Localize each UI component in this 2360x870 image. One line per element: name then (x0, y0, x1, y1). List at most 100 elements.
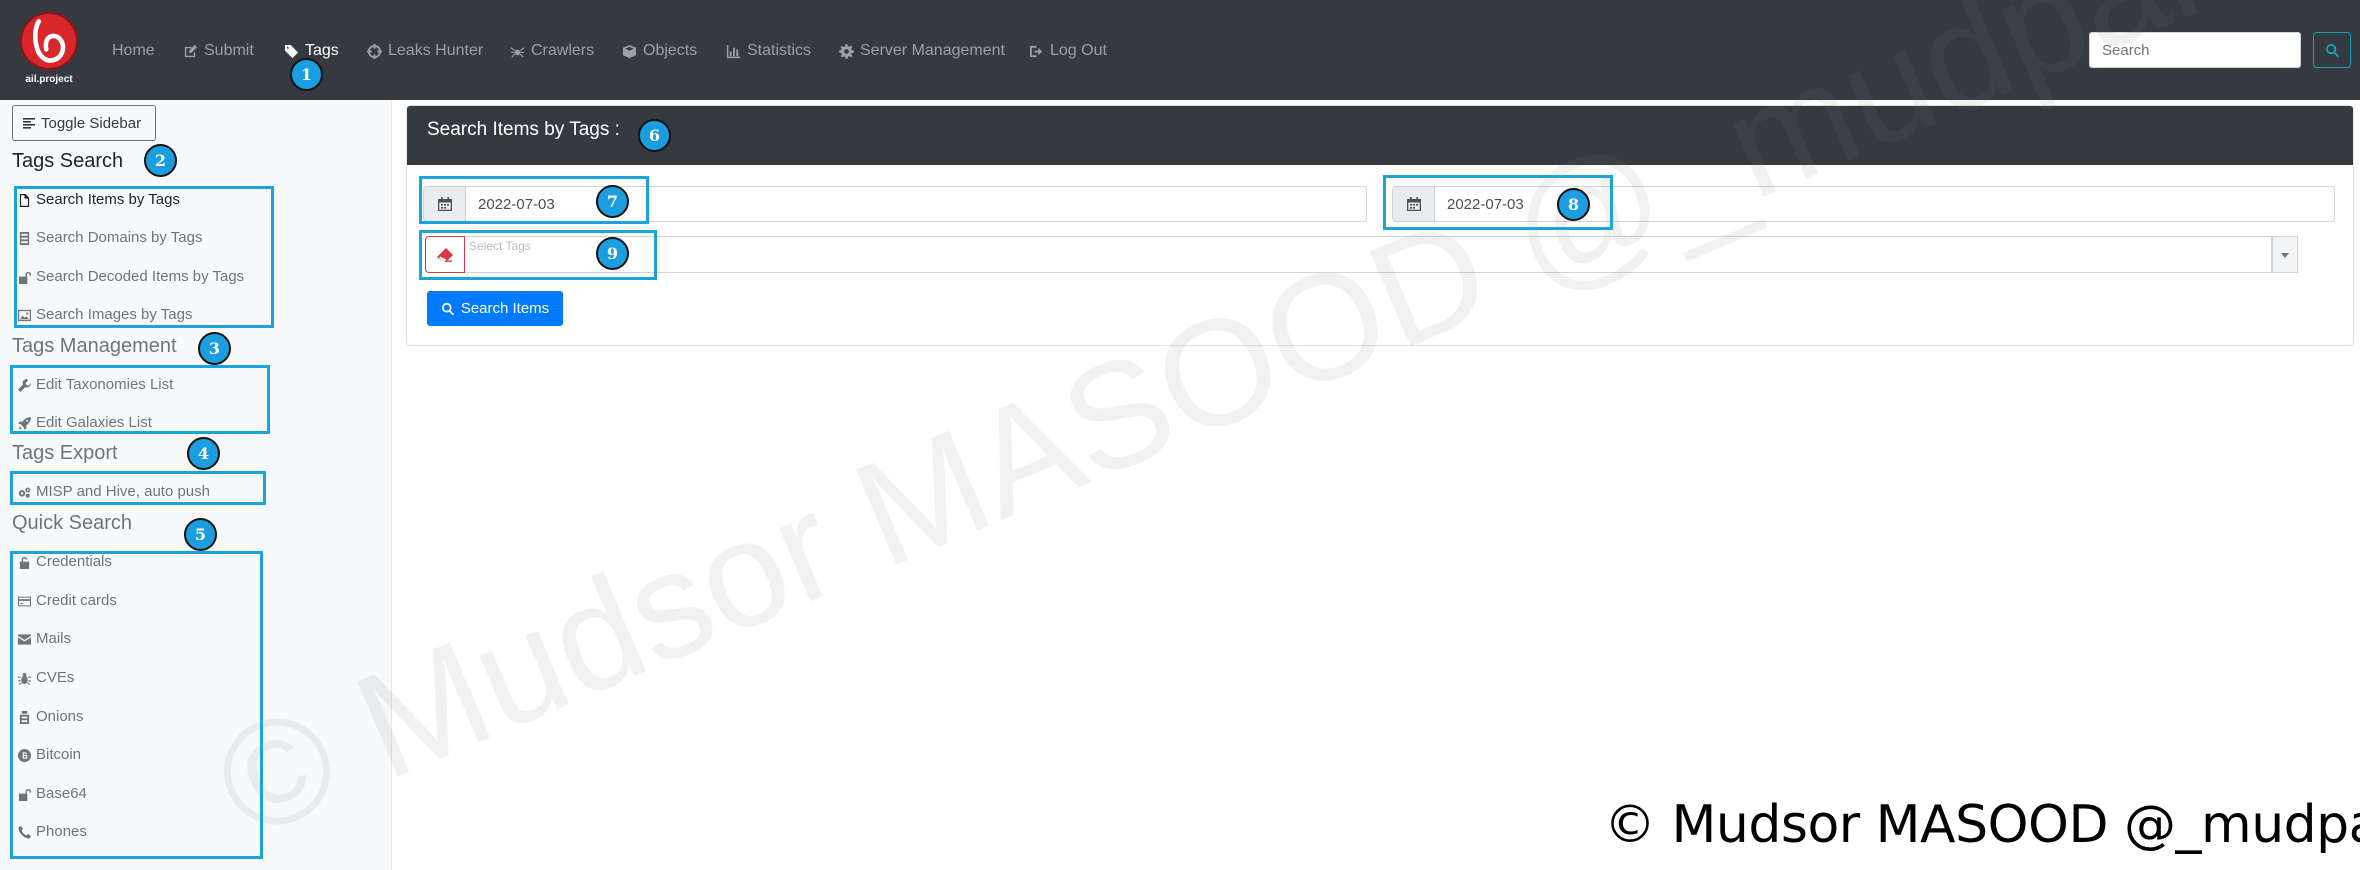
search-items-label: Search Items (460, 300, 550, 317)
nav-search-input[interactable] (2089, 32, 2301, 68)
section-title-tags-management: Tags Management (12, 335, 177, 357)
select-tags-input[interactable]: Select Tags (465, 236, 2272, 273)
sidebar-item-label: Credentials (36, 553, 112, 570)
nav-statistics-label: Statistics (747, 42, 812, 59)
annotation-badge-6: 6 (638, 119, 671, 152)
phone-icon (18, 825, 31, 839)
unlock-icon (18, 271, 31, 284)
sidebar-item-label: Credit cards (36, 592, 117, 609)
date-to-addon (1393, 187, 1435, 221)
sidebar-item-phones[interactable]: Phones (18, 822, 87, 842)
sidebar-item-credit-cards[interactable]: Credit cards (18, 591, 117, 611)
chart-icon (726, 44, 741, 58)
spider-icon (510, 46, 525, 58)
card-header: Search Items by Tags : (407, 106, 2353, 165)
sidebar-item-label: Edit Galaxies List (36, 414, 152, 431)
logo-emblem (20, 12, 78, 70)
sidebar-item-credentials[interactable]: Credentials (18, 552, 112, 572)
nav-server-management[interactable]: Server Management (839, 38, 1005, 64)
tag-icon (284, 44, 299, 58)
sidebar-item-mails[interactable]: Mails (18, 629, 71, 649)
ail-logo[interactable]: ail.project (18, 12, 80, 90)
calendar-icon (437, 197, 452, 211)
align-left-icon (23, 118, 35, 129)
logout-icon (1029, 45, 1043, 57)
caret-down-icon (2281, 252, 2289, 258)
eraser-icon (437, 247, 453, 262)
sidebar-item-bitcoin[interactable]: Bitcoin (18, 745, 81, 765)
nav-statistics[interactable]: Statistics (726, 38, 811, 64)
sidebar-item-label: Search Decoded Items by Tags (36, 268, 245, 285)
section-title-quick-search: Quick Search (12, 512, 133, 534)
toggle-sidebar-label: Toggle Sidebar (41, 114, 142, 132)
sidebar-item-cves[interactable]: CVEs (18, 668, 74, 688)
unlock-icon (18, 788, 31, 801)
sidebar-item-label: MISP and Hive, auto push (36, 483, 210, 500)
clear-tags-button[interactable] (425, 236, 465, 273)
crosshairs-icon (367, 43, 382, 59)
sidebar-item-label: Onions (36, 708, 84, 725)
sidebar-item-label: Bitcoin (36, 746, 82, 763)
unlock-alt-icon (19, 556, 30, 569)
select-tags-dropdown[interactable] (2272, 236, 2298, 273)
bitcoin-icon (18, 748, 31, 762)
sidebar-item-label: Mails (36, 630, 72, 647)
toggle-sidebar-button[interactable]: Toggle Sidebar (12, 105, 156, 141)
top-navbar: ail.project Home Submit Tags Leaks Hunte… (0, 0, 2360, 100)
nav-submit[interactable]: Submit (183, 38, 254, 64)
file-icon (19, 193, 30, 207)
nav-objects[interactable]: Objects (622, 38, 697, 64)
sidebar-item-search-items-by-tags[interactable]: Search Items by Tags (18, 190, 180, 210)
sidebar-item-search-domains-by-tags[interactable]: Search Domains by Tags (18, 228, 202, 248)
search-icon (441, 302, 454, 315)
wrench-icon (18, 378, 31, 392)
annotation-badge-1: 1 (290, 58, 323, 91)
bug-icon (18, 672, 31, 685)
sidebar: Toggle Sidebar Tags Search Search Items … (0, 100, 392, 870)
sidebar-item-misp-hive-auto-push[interactable]: MISP and Hive, auto push (18, 482, 210, 502)
annotation-badge-9: 9 (596, 237, 629, 270)
nav-crawlers-label: Crawlers (531, 42, 595, 59)
sidebar-item-label: Search Images by Tags (36, 306, 193, 323)
sidebar-item-label: Search Domains by Tags (36, 229, 203, 246)
tags-select-group: Select Tags (425, 236, 2298, 273)
section-title-tags-export: Tags Export (12, 442, 118, 464)
sidebar-item-label: Search Items by Tags (36, 191, 180, 208)
card-title: Search Items by Tags : (427, 119, 620, 140)
copyright-text: © Mudsor MASOOD @_mudpak (1604, 795, 2360, 855)
credit-card-icon (18, 596, 31, 606)
nav-crawlers[interactable]: Crawlers (510, 38, 594, 64)
sidebar-item-base64[interactable]: Base64 (18, 784, 87, 804)
sidebar-item-search-decoded-items-by-tags[interactable]: Search Decoded Items by Tags (18, 267, 244, 287)
nav-objects-label: Objects (643, 42, 698, 59)
nav-leaks-hunter[interactable]: Leaks Hunter (367, 38, 483, 64)
calendar-icon (1406, 197, 1421, 211)
date-to-group (1392, 186, 2335, 222)
nav-search-button[interactable] (2313, 32, 2351, 68)
annotation-badge-7: 7 (596, 185, 629, 218)
annotation-badge-4: 4 (187, 437, 220, 470)
edit-icon (184, 44, 198, 57)
section-title-tags-search: Tags Search (12, 150, 124, 172)
search-items-card: Search Items by Tags : Select Tags Searc… (406, 105, 2354, 346)
nav-home-label: Home (112, 42, 155, 59)
sidebar-item-edit-taxonomies-list[interactable]: Edit Taxonomies List (18, 375, 173, 395)
cube-icon (622, 44, 637, 58)
annotation-badge-8: 8 (1557, 188, 1590, 221)
nav-logout[interactable]: Log Out (1029, 38, 1107, 64)
sidebar-item-label: CVEs (36, 669, 75, 686)
sidebar-item-edit-galaxies-list[interactable]: Edit Galaxies List (18, 413, 152, 433)
annotation-badge-3: 3 (198, 332, 231, 365)
envelope-icon (18, 633, 31, 645)
image-icon (18, 309, 31, 321)
rocket-icon (18, 416, 31, 430)
nav-server-management-label: Server Management (860, 42, 1005, 59)
search-items-button[interactable]: Search Items (427, 291, 563, 326)
onion-icon (19, 710, 30, 724)
nav-logout-label: Log Out (1050, 42, 1107, 59)
cogs-icon (18, 487, 31, 498)
sidebar-item-search-images-by-tags[interactable]: Search Images by Tags (18, 305, 192, 325)
sidebar-item-onions[interactable]: Onions (18, 707, 84, 727)
sidebar-item-label: Edit Taxonomies List (36, 376, 174, 393)
nav-home[interactable]: Home (112, 38, 155, 64)
